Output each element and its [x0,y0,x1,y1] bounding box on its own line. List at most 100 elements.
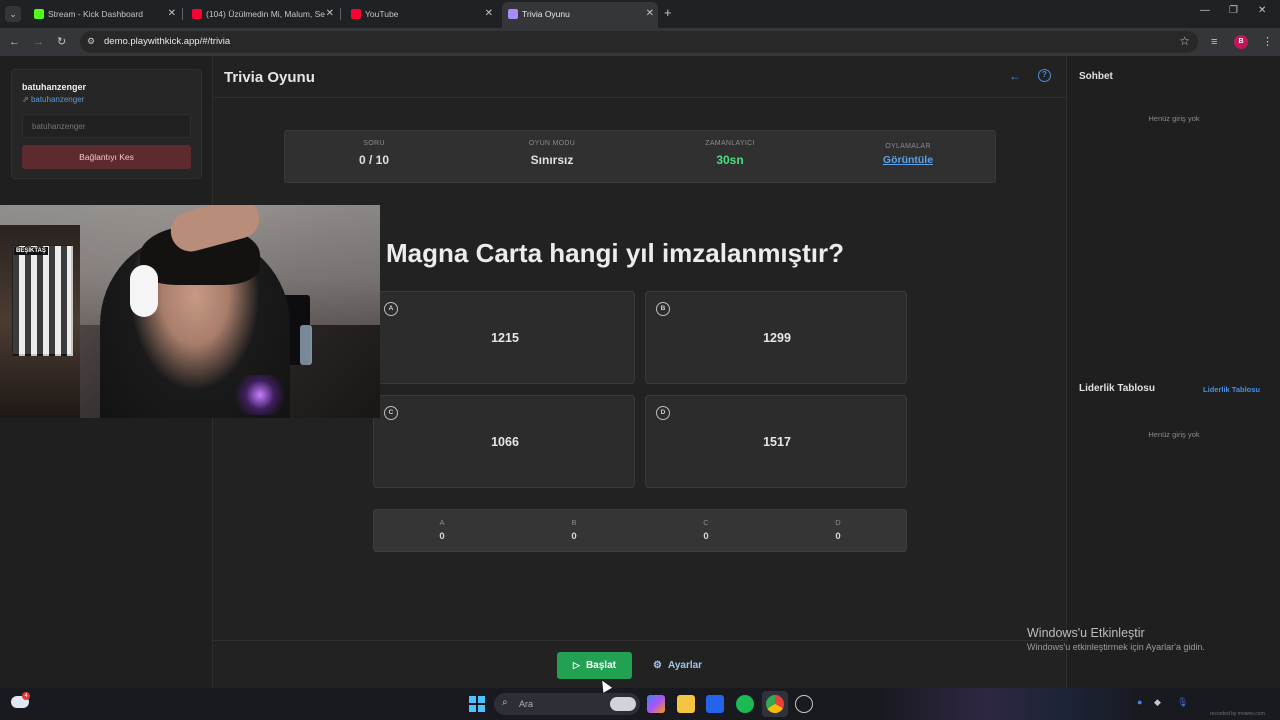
windows-taskbar: 4 ⌕ Ara ● ◆ 🎙 recorded by moweo.com [0,688,1280,720]
close-tab-icon[interactable]: ✕ [485,3,493,25]
game-mode-value: Sınırsız [530,153,574,167]
address-bar[interactable]: ⚙ demo.playwithkick.app/#/trivia ☆ [80,31,1198,53]
tab-search-button[interactable]: ⌄ [5,6,21,22]
answer-letter: C [384,406,398,420]
answer-option-c[interactable]: C 1066 [373,395,635,488]
stat-label: OYLAMALAR [885,143,931,150]
tab-divider [182,8,183,20]
answer-option-a[interactable]: A 1215 [373,291,635,384]
profile-avatar[interactable]: B [1234,35,1248,49]
start-label: Başlat [585,660,616,671]
page-title: Trivia Oyunu [224,69,315,86]
vote-value: 0 [703,531,709,542]
tray-app-icon[interactable]: ◆ [1154,697,1161,708]
vote-label: A [439,518,445,527]
settings-button[interactable]: ⚙ Ayarlar [653,652,702,679]
disconnect-button[interactable]: Bağlantıyı Kes [22,145,191,169]
tab-kick-dashboard[interactable]: Stream - Kick Dashboard ✕ [28,3,180,25]
webcam-flag [12,245,73,356]
taskbar-search-box[interactable]: ⌕ Ara [494,693,640,715]
answer-text: 1215 [491,331,519,345]
tab-youtube-video[interactable]: (104) Üzülmedin Mi, Malum, Se ✕ [186,3,338,25]
search-highlight-icon [610,697,636,711]
close-window-icon[interactable]: ✕ [1258,5,1266,16]
site-info-icon[interactable]: ⚙ [87,36,95,47]
url-text[interactable]: demo.playwithkick.app/#/trivia [104,31,230,53]
browser-menu-icon[interactable]: ⋮ [1262,34,1273,50]
tray-dot-icon[interactable]: ● [1137,697,1142,707]
steam-icon[interactable] [795,695,813,713]
answer-text: 1299 [763,331,791,345]
chat-title: Sohbet [1079,71,1113,82]
close-tab-icon[interactable]: ✕ [326,3,334,25]
right-panel: Sohbet Henüz giriş yok Liderlik Tablosu … [1066,56,1280,688]
vote-label: D [835,518,841,527]
channel-link[interactable]: ⇗ batuhanzenger [22,95,84,104]
answer-letter: A [384,302,398,316]
gear-icon: ⚙ [653,660,662,671]
minimize-window-icon[interactable]: — [1200,5,1210,16]
channel-input[interactable] [22,114,191,138]
kick-favicon-icon [34,9,44,19]
answer-option-b[interactable]: B 1299 [645,291,907,384]
leaderboard-link[interactable]: Liderlik Tablosu [1203,385,1260,394]
headphones-icon [130,265,158,317]
trivia-favicon-icon [508,9,518,19]
channel-link-text: batuhanzenger [30,95,85,104]
reload-icon[interactable]: ↻ [57,34,66,50]
search-icon: ⌕ [502,697,508,708]
leaderboard-title: Liderlik Tablosu [1079,383,1155,394]
answer-option-d[interactable]: D 1517 [645,395,907,488]
tab-title: Trivia Oyunu [522,9,570,19]
copilot-icon[interactable] [647,695,665,713]
close-tab-icon[interactable]: ✕ [168,3,176,25]
vote-value: 0 [439,531,445,542]
stat-label: OYUN MODU [528,140,576,147]
settings-label: Ayarlar [667,660,703,671]
file-explorer-icon[interactable] [677,695,695,713]
restore-window-icon[interactable]: ❐ [1229,5,1238,16]
help-icon[interactable]: ? [1038,69,1051,82]
vote-value: 0 [835,531,841,542]
leaderboard-empty-message: Henüz giriş yok [1148,430,1200,439]
webcam-rgb-glow [230,375,290,415]
vote-counts-bar: A 0 B 0 C 0 D 0 [373,509,907,552]
spotify-icon[interactable] [736,695,754,713]
answer-letter: D [656,406,670,420]
new-tab-button[interactable]: + [664,6,672,20]
search-placeholder: Ara [519,699,534,709]
tab-trivia-oyunu[interactable]: Trivia Oyunu ✕ [502,2,658,28]
microsoft-store-icon[interactable] [706,695,724,713]
tab-title: (104) Üzülmedin Mi, Malum, Se [206,9,326,19]
tab-divider [340,8,341,20]
browser-toolbar: ← → ↻ ⚙ demo.playwithkick.app/#/trivia ☆… [0,28,1280,56]
microphone-icon[interactable]: 🎙 [1177,697,1188,708]
recording-watermark: recorded by moweo.com [1210,711,1265,717]
tab-youtube[interactable]: YouTube ✕ [345,3,497,25]
youtube-favicon-icon [351,9,361,19]
question-text: Magna Carta hangi yıl imzalanmıştır? [386,238,844,268]
webcam-flag-text: BEŞİKTAŞ [14,247,48,255]
stat-label: SORU [363,140,385,147]
taskbar-wallpaper-glow [880,688,1140,720]
close-tab-icon[interactable]: ✕ [646,2,654,26]
start-button[interactable]: ▷ Başlat [557,652,632,679]
activation-title: Windows'u Etkinleştir [1027,626,1145,640]
back-arrow-icon[interactable]: ← [9,34,20,50]
chat-empty-message: Henüz giriş yok [1148,114,1200,123]
windows-start-icon[interactable] [469,696,485,712]
tab-title: YouTube [365,9,399,19]
webcam-overlay: BEŞİKTAŞ [0,205,380,418]
media-controls-icon[interactable]: ≡ [1211,34,1217,50]
view-votes-link[interactable]: Görüntüle [819,154,997,166]
game-controls-footer: ▷ Başlat ⚙ Ayarlar [213,640,1066,688]
connected-username: batuhanzenger [22,82,87,92]
back-arrow-icon[interactable]: ← [1009,69,1021,83]
windows-activation-watermark: Windows'u Etkinleştir Windows'u etkinleş… [1027,626,1205,652]
weather-badge: 4 [22,692,30,700]
forward-arrow-icon[interactable]: → [33,34,44,50]
chrome-icon[interactable] [766,695,784,713]
bookmark-star-icon[interactable]: ☆ [1179,34,1190,48]
vote-label: C [703,518,709,527]
question-counter: 0 / 10 [358,153,390,167]
